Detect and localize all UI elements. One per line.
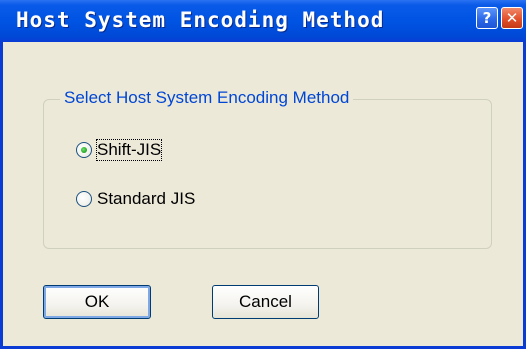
cancel-button[interactable]: Cancel: [212, 285, 319, 319]
radio-selected-icon[interactable]: [76, 142, 92, 158]
help-button[interactable]: ?: [476, 7, 498, 29]
radio-label-shift-jis: Shift-JIS: [95, 139, 163, 161]
title-bar[interactable]: Host System Encoding Method ? ✕: [0, 0, 526, 42]
radio-unselected-icon[interactable]: [76, 191, 92, 207]
groupbox-label: Select Host System Encoding Method: [60, 88, 354, 108]
radio-shift-jis[interactable]: Shift-JIS: [76, 139, 163, 161]
dialog-title: Host System Encoding Method: [16, 8, 385, 32]
radio-standard-jis[interactable]: Standard JIS: [76, 189, 195, 209]
close-icon: ✕: [505, 8, 519, 27]
radio-dot-icon: [81, 147, 87, 153]
question-icon: ?: [482, 8, 492, 27]
radio-label-standard-jis: Standard JIS: [97, 189, 196, 208]
encoding-groupbox: [43, 99, 492, 249]
ok-button[interactable]: OK: [43, 285, 151, 319]
close-button[interactable]: ✕: [501, 7, 523, 29]
